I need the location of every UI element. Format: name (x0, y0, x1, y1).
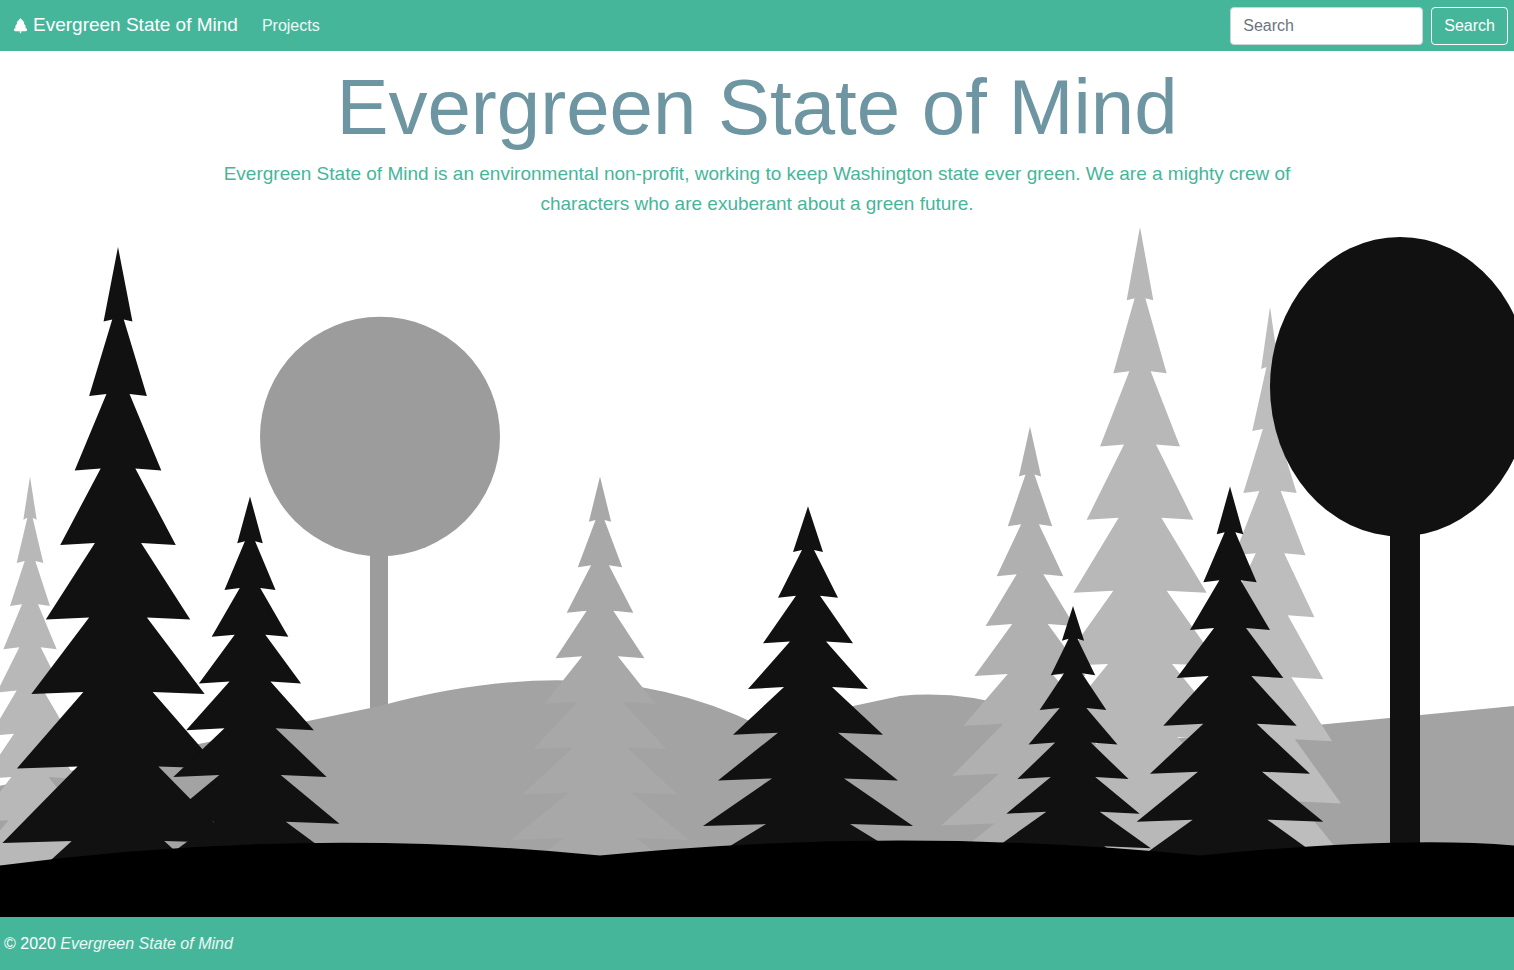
page: Evergreen State of MindProjectsSearchEve… (0, 0, 1514, 970)
forest-section (0, 227, 1514, 917)
brand-link[interactable]: Evergreen State of Mind (12, 11, 238, 40)
hero-title: Evergreen State of Mind (336, 61, 1177, 155)
footer-name: Evergreen State of Mind (60, 932, 233, 956)
navbar: Evergreen State of Mind Projects Search (0, 0, 1514, 51)
search-button[interactable]: Search (1431, 7, 1508, 45)
search-input[interactable] (1230, 7, 1423, 45)
forest-illustration (0, 227, 1514, 917)
footer-copyright: © 2020 (4, 932, 56, 956)
footer: © 2020 Evergreen State of Mind (0, 917, 1514, 970)
search-form: Search (1230, 7, 1508, 45)
nav-link[interactable]: Projects (262, 14, 320, 38)
hero-description: Evergreen State of Mind is an environmen… (217, 159, 1297, 219)
hero: Evergreen State of MindEvergreen State o… (0, 51, 1514, 227)
tree-icon (12, 17, 29, 34)
